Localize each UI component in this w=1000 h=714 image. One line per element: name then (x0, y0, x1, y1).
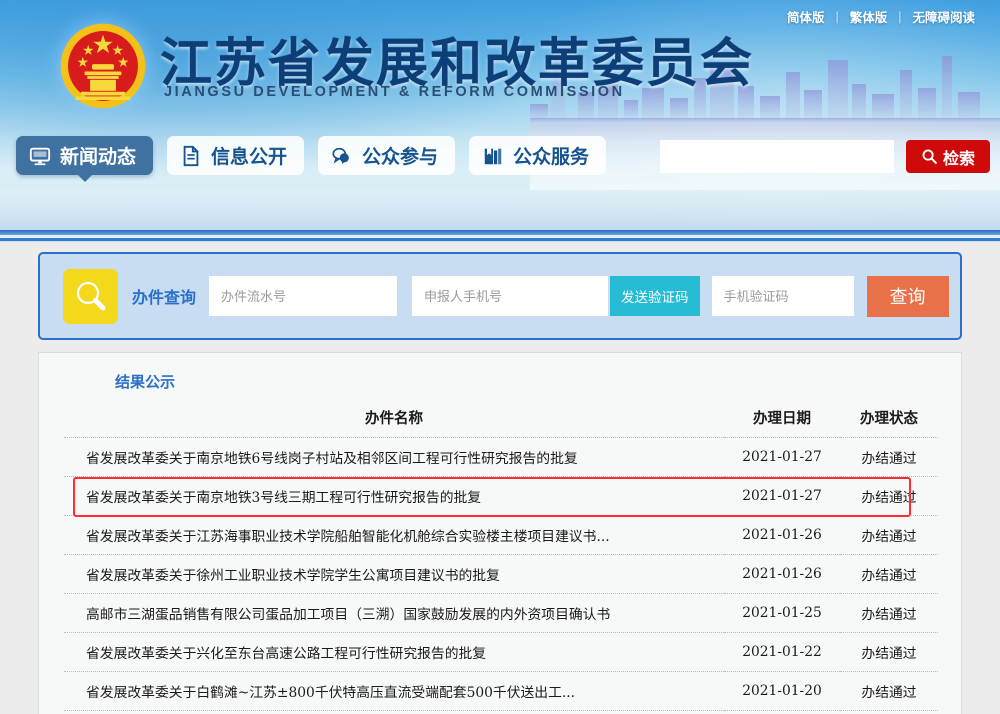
language-bar: 简体版 | 繁体版 | 无障碍阅读 (776, 7, 986, 26)
nav-label-public-participation: 公众参与 (362, 142, 438, 169)
traditional-link[interactable]: 繁体版 (839, 7, 899, 26)
table-row[interactable]: 省发展改革委关于徐州工业职业技术学院学生公寓项目建议书的批复2021-01-26… (64, 555, 938, 594)
results-panel: 结果公示 办件名称 办理日期 办理状态 省发展改革委关于南京地铁6号线岗子村站及… (38, 352, 962, 714)
national-emblem-icon (57, 20, 149, 112)
table-row[interactable]: 省发展改革委关于南京地铁3号线三期工程可行性研究报告的批复2021-01-27办… (64, 477, 938, 516)
nav-label-info-disclosure: 信息公开 (211, 142, 287, 169)
row-case-date: 2021-01-26 (724, 516, 840, 555)
row-case-status: 办结通过 (840, 516, 938, 555)
row-case-date: 2021-01-25 (724, 594, 840, 633)
row-case-name[interactable]: 省发展改革委关于兴化至东台高速公路工程可行性研究报告的批复 (64, 633, 724, 672)
document-icon (180, 145, 202, 167)
row-case-name[interactable]: 省发展改革委关于同意盐城国能大丰H5#海上风电场工程建设规模变更的批复 (64, 711, 724, 714)
row-case-date: 2021-01-22 (724, 633, 840, 672)
news-monitor-icon (29, 145, 51, 167)
row-case-status: 办结通过 (840, 633, 938, 672)
nav-item-public-participation[interactable]: 公众参与 (318, 136, 455, 175)
lang-separator-2: | (898, 10, 901, 24)
row-case-name[interactable]: 省发展改革委关于南京地铁3号线三期工程可行性研究报告的批复 (64, 477, 724, 516)
chat-bubble-icon (331, 145, 353, 167)
row-case-name[interactable]: 高邮市三湖蛋品销售有限公司蛋品加工项目（三溯）国家鼓励发展的内外资项目确认书 (64, 594, 724, 633)
case-query-label: 办件查询 (132, 284, 196, 308)
magnifier-icon (73, 278, 109, 314)
nav-item-public-service[interactable]: 公众服务 (469, 136, 606, 175)
simplified-link[interactable]: 简体版 (776, 7, 836, 26)
main-navigation: 新闻动态 信息公开 公众参与 (16, 136, 606, 175)
row-case-date: 2021-01-27 (724, 438, 840, 477)
lang-separator-1: | (835, 10, 838, 24)
applicant-phone-input[interactable] (412, 276, 608, 316)
nav-item-news[interactable]: 新闻动态 (16, 136, 153, 175)
page-body: 办件查询 发送验证码 查询 结果公示 办件名称 办理日期 办理状态 省发展改革委… (0, 242, 1000, 252)
sms-code-input[interactable] (712, 276, 854, 316)
row-case-name[interactable]: 省发展改革委关于白鹤滩~江苏±800千伏特高压直流受端配套500千伏送出工... (64, 672, 724, 711)
magnifier-icon-badge (63, 269, 118, 324)
search-icon (921, 148, 938, 165)
site-search-button[interactable]: 检索 (906, 140, 990, 173)
books-icon (482, 145, 504, 167)
row-case-status: 办结通过 (840, 594, 938, 633)
row-case-date: 2021-01-20 (724, 711, 840, 714)
case-query-panel: 办件查询 发送验证码 查询 (38, 252, 962, 340)
row-case-status: 办结通过 (840, 555, 938, 594)
site-header: 简体版 | 繁体版 | 无障碍阅读 江苏省发展和改革委员会 JIANGSU DE… (0, 0, 1000, 230)
row-case-name[interactable]: 省发展改革委关于徐州工业职业技术学院学生公寓项目建议书的批复 (64, 555, 724, 594)
row-case-status: 办结通过 (840, 711, 938, 714)
accessibility-link[interactable]: 无障碍阅读 (901, 7, 986, 26)
row-case-name[interactable]: 省发展改革委关于南京地铁6号线岗子村站及相邻区间工程可行性研究报告的批复 (64, 438, 724, 477)
nav-label-public-service: 公众服务 (513, 142, 589, 169)
row-case-date: 2021-01-27 (724, 477, 840, 516)
row-case-status: 办结通过 (840, 438, 938, 477)
table-row[interactable]: 省发展改革委关于江苏海事职业技术学院船舶智能化机舱综合实验楼主楼项目建议书...… (64, 516, 938, 555)
row-case-date: 2021-01-26 (724, 555, 840, 594)
table-row[interactable]: 省发展改革委关于兴化至东台高速公路工程可行性研究报告的批复2021-01-22办… (64, 633, 938, 672)
nav-label-news: 新闻动态 (60, 142, 136, 169)
column-header-date: 办理日期 (724, 403, 840, 438)
row-case-status: 办结通过 (840, 477, 938, 516)
row-case-status: 办结通过 (840, 672, 938, 711)
table-row[interactable]: 高邮市三湖蛋品销售有限公司蛋品加工项目（三溯）国家鼓励发展的内外资项目确认书20… (64, 594, 938, 633)
column-header-name: 办件名称 (64, 403, 724, 438)
header-divider (0, 230, 1000, 242)
table-row[interactable]: 省发展改革委关于同意盐城国能大丰H5#海上风电场工程建设规模变更的批复2021-… (64, 711, 938, 714)
results-title: 结果公示 (115, 371, 175, 392)
site-search-input[interactable] (660, 140, 894, 173)
results-table-body: 省发展改革委关于南京地铁6号线岗子村站及相邻区间工程可行性研究报告的批复2021… (64, 438, 938, 714)
serial-number-input[interactable] (209, 276, 397, 316)
column-header-status: 办理状态 (840, 403, 938, 438)
table-row[interactable]: 省发展改革委关于白鹤滩~江苏±800千伏特高压直流受端配套500千伏送出工...… (64, 672, 938, 711)
site-title-english: JIANGSU DEVELOPMENT & REFORM COMMISSION (164, 84, 625, 100)
send-sms-code-button[interactable]: 发送验证码 (610, 276, 700, 316)
results-table: 办件名称 办理日期 办理状态 省发展改革委关于南京地铁6号线岗子村站及相邻区间工… (64, 403, 938, 714)
nav-item-info-disclosure[interactable]: 信息公开 (167, 136, 304, 175)
query-submit-button[interactable]: 查询 (867, 276, 949, 317)
site-search-button-label: 检索 (943, 145, 975, 169)
table-header-row: 办件名称 办理日期 办理状态 (64, 403, 938, 438)
table-row[interactable]: 省发展改革委关于南京地铁6号线岗子村站及相邻区间工程可行性研究报告的批复2021… (64, 438, 938, 477)
row-case-name[interactable]: 省发展改革委关于江苏海事职业技术学院船舶智能化机舱综合实验楼主楼项目建议书... (64, 516, 724, 555)
row-case-date: 2021-01-20 (724, 672, 840, 711)
